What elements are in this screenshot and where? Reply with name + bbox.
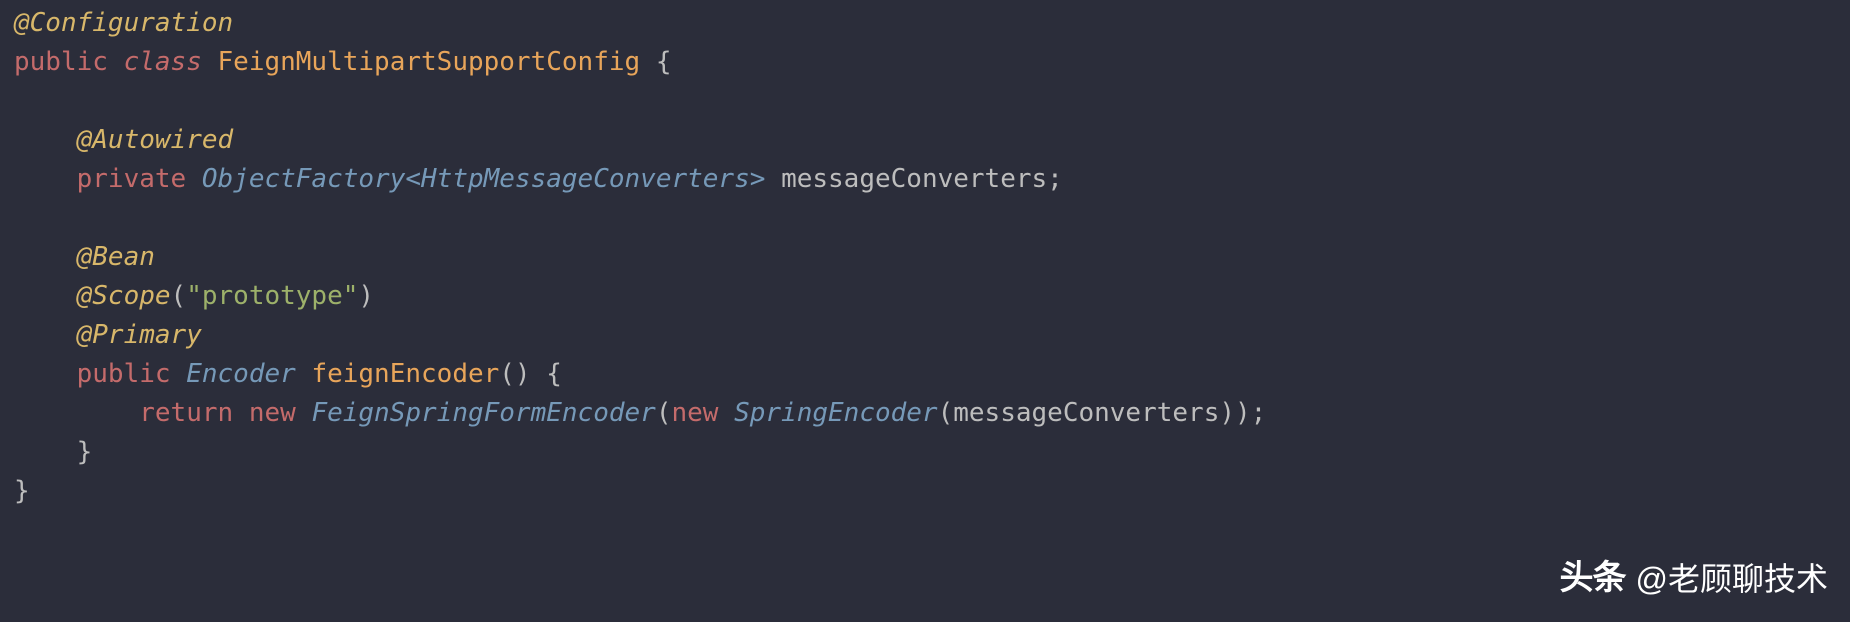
paren-close: ) — [358, 281, 374, 311]
identifier: messageConverters — [781, 164, 1047, 194]
code-line: @Configuration — [14, 4, 1850, 43]
watermark-logo: 头条 — [1560, 553, 1626, 604]
paren-open: ( — [656, 398, 672, 428]
code-line: } — [14, 433, 1850, 472]
annotation: @Autowired — [77, 125, 234, 155]
brace-open: { — [546, 359, 562, 389]
code-line: @Scope("prototype") — [14, 277, 1850, 316]
annotation: @Configuration — [14, 8, 233, 38]
semicolon: ; — [1251, 398, 1267, 428]
keyword-new: new — [249, 398, 296, 428]
annotation: @Scope — [77, 281, 171, 311]
keyword-private: private — [77, 164, 187, 194]
keyword-public: public — [77, 359, 171, 389]
code-editor: @Configuration public class FeignMultipa… — [0, 0, 1850, 511]
keyword-return: return — [139, 398, 233, 428]
annotation: @Primary — [77, 320, 202, 350]
code-line: @Primary — [14, 316, 1850, 355]
keyword-new: new — [671, 398, 718, 428]
parens: () — [499, 359, 530, 389]
type-name: FeignSpringFormEncoder — [311, 398, 655, 428]
paren-open: ( — [938, 398, 954, 428]
code-line-blank — [14, 199, 1850, 238]
paren-close: ) — [1235, 398, 1251, 428]
angle-bracket: < — [405, 164, 421, 194]
code-line: @Bean — [14, 238, 1850, 277]
brace-close: } — [77, 437, 93, 467]
semicolon: ; — [1047, 164, 1063, 194]
code-line: @Autowired — [14, 121, 1850, 160]
method-name: feignEncoder — [311, 359, 499, 389]
code-line: } — [14, 472, 1850, 511]
keyword-public: public — [14, 47, 108, 77]
type-name: ObjectFactory — [202, 164, 406, 194]
code-line-blank — [14, 82, 1850, 121]
brace-close: } — [14, 476, 30, 506]
brace-open: { — [656, 47, 672, 77]
identifier: messageConverters — [953, 398, 1219, 428]
watermark-text: @老顾聊技术 — [1636, 555, 1829, 603]
keyword-class: class — [124, 47, 202, 77]
string-literal: "prototype" — [186, 281, 358, 311]
annotation: @Bean — [77, 242, 155, 272]
paren-open: ( — [171, 281, 187, 311]
type-name: HttpMessageConverters — [421, 164, 750, 194]
code-line: public Encoder feignEncoder() { — [14, 355, 1850, 394]
paren-close: ) — [1219, 398, 1235, 428]
code-line: return new FeignSpringFormEncoder(new Sp… — [14, 394, 1850, 433]
angle-bracket: > — [750, 164, 766, 194]
code-line: public class FeignMultipartSupportConfig… — [14, 43, 1850, 82]
type-name: SpringEncoder — [734, 398, 938, 428]
code-line: private ObjectFactory<HttpMessageConvert… — [14, 160, 1850, 199]
class-name: FeignMultipartSupportConfig — [218, 47, 641, 77]
type-name: Encoder — [186, 359, 296, 389]
watermark: 头条 @老顾聊技术 — [1560, 553, 1829, 604]
